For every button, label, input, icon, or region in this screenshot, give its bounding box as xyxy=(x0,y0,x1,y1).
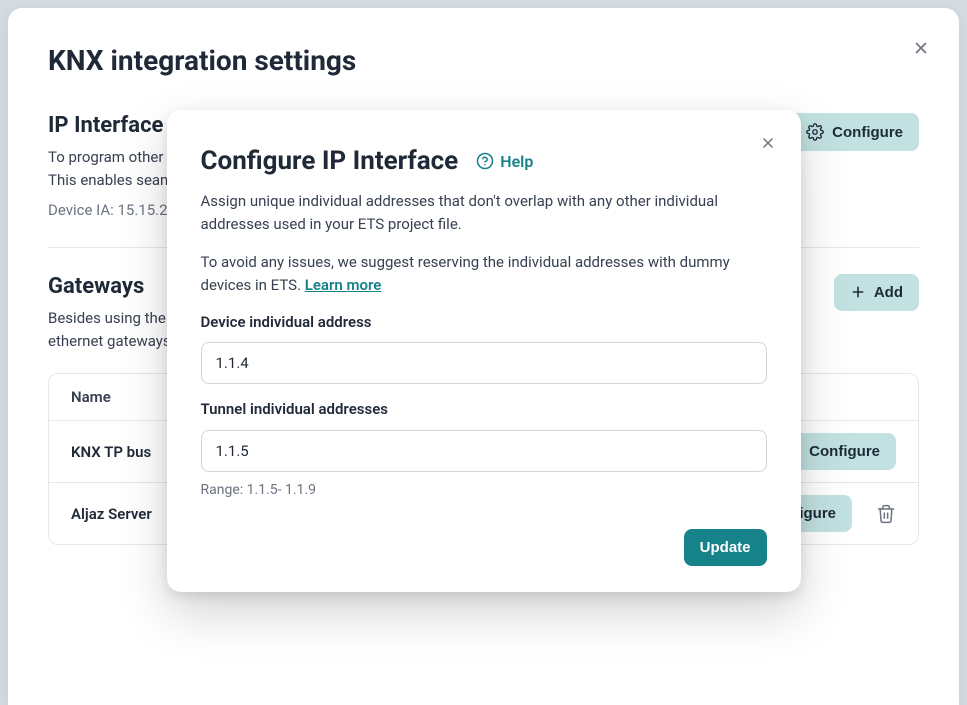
trash-icon[interactable] xyxy=(876,504,896,524)
configure-button-label: Configure xyxy=(832,124,903,141)
gear-icon xyxy=(806,123,824,141)
device-address-input[interactable] xyxy=(201,342,767,384)
plus-icon xyxy=(850,284,866,300)
range-hint: Range: 1.1.5- 1.1.9 xyxy=(201,480,767,502)
close-icon[interactable] xyxy=(909,36,933,60)
add-button-label: Add xyxy=(874,284,903,301)
help-link[interactable]: Help xyxy=(476,152,533,171)
help-label: Help xyxy=(500,152,533,171)
update-button[interactable]: Update xyxy=(684,529,767,566)
modal-paragraph: Assign unique individual addresses that … xyxy=(201,190,767,237)
help-icon xyxy=(476,152,494,170)
page-title: KNX integration settings xyxy=(48,44,919,77)
update-button-label: Update xyxy=(700,539,751,556)
learn-more-link[interactable]: Learn more xyxy=(305,276,382,294)
gateway-name: KNX TP bus xyxy=(71,443,151,461)
modal-title: Configure IP Interface xyxy=(201,146,459,176)
tunnel-address-label: Tunnel individual addresses xyxy=(201,398,767,421)
device-address-label: Device individual address xyxy=(201,311,767,334)
modal-paragraph: To avoid any issues, we suggest reservin… xyxy=(201,251,767,298)
add-gateway-button[interactable]: Add xyxy=(834,274,919,311)
gateway-name: Aljaz Server xyxy=(71,505,152,523)
close-icon[interactable] xyxy=(757,132,779,154)
configure-ip-interface-button[interactable]: Configure xyxy=(790,113,919,151)
modal-body: Assign unique individual addresses that … xyxy=(201,190,767,501)
configure-ip-interface-modal: Configure IP Interface Help Assign uniqu… xyxy=(167,110,801,592)
tunnel-address-input[interactable] xyxy=(201,430,767,472)
